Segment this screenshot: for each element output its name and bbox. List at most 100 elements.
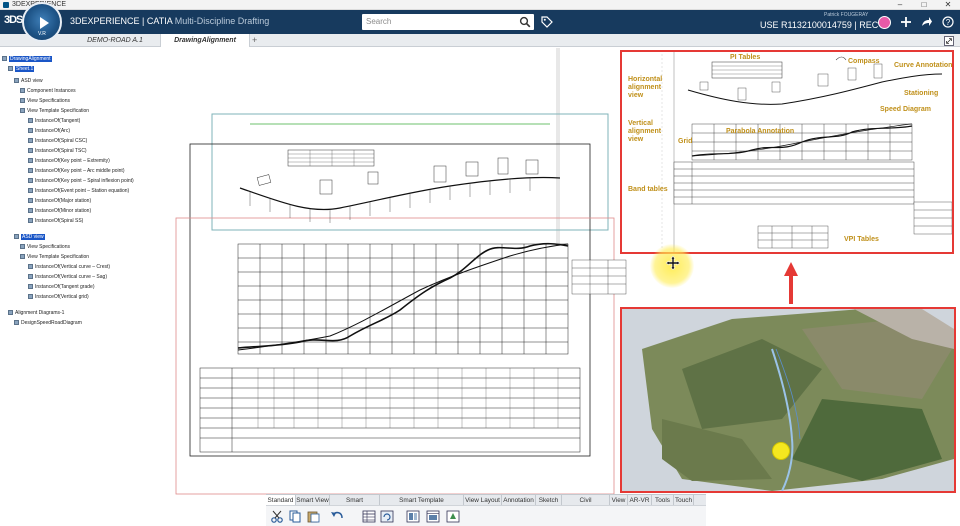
table-icon[interactable] [362,510,376,523]
search-icon[interactable] [519,16,531,28]
new-tab-icon[interactable]: + [252,34,257,46]
tree-item[interactable]: View Specifications [20,244,70,251]
refresh-icon[interactable] [380,510,394,523]
grid-label: Grid [678,138,693,145]
tree-node-icon [28,158,33,164]
pi-table [287,149,375,167]
terrain-view [622,309,954,491]
tree-node-icon [28,168,33,174]
tree-node-icon [20,88,25,94]
tree-item-label: InstanceOf(Tangent grade) [35,284,95,290]
tree-item[interactable]: InstanceOf(Tangent) [28,118,80,125]
collaborative-space-selector[interactable]: USE R1132100014759 | REC ⌄ [760,20,888,31]
tree-item[interactable]: ASD view [14,78,43,85]
layout-icon[interactable] [406,510,420,523]
view-icon[interactable] [426,510,440,523]
close-icon[interactable]: ✕ [936,0,960,10]
tree-item[interactable]: InstanceOf(Arc) [28,128,70,135]
tree-item[interactable]: View Specifications [20,98,70,105]
pi-tables-label: PI Tables [730,54,761,61]
tree-item[interactable]: InstanceOf(Key point – Spiral inflexion … [28,178,134,185]
app-icon [3,2,9,8]
tree-item-label: InstanceOf(Spiral TSC) [35,148,87,154]
share-icon[interactable] [921,16,933,28]
tree-item[interactable]: InstanceOf(Minor station) [28,208,91,215]
tree-item[interactable]: Alignment Diagrams-1 [8,310,64,317]
vpi-table [571,259,627,295]
add-icon[interactable] [900,16,912,28]
tree-node-icon [14,78,19,84]
tree-node-icon [20,254,25,260]
app-window: 3DEXPERIENCE – □ ✕ 3DS 3DEXPERIENCE | CA… [0,0,960,526]
terrain-3d-overlay [620,307,956,493]
tree-item-label: ASD view [21,78,43,84]
tree-item-label: InstanceOf(Vertical grid) [35,294,89,300]
tree-item[interactable]: Component Instances [20,88,76,95]
copy-icon[interactable] [288,510,302,523]
maximize-icon[interactable]: □ [912,0,936,10]
tree-item[interactable]: View Template Specification [20,108,89,115]
os-title-bar: 3DEXPERIENCE – □ ✕ [0,0,960,10]
alignment-drawing[interactable] [170,110,630,500]
tree-item-label: InstanceOf(Major station) [35,198,92,204]
tree-item[interactable]: InstanceOf(Tangent grade) [28,284,94,291]
tree-item[interactable]: InstanceOf(Vertical curve – Sag) [28,274,107,281]
app-name: Multi-Discipline Drafting [174,16,270,26]
tree-item-label: InstanceOf(Key point – Spiral inflexion … [35,178,134,184]
tag-icon[interactable] [541,16,553,28]
help-icon[interactable]: ? [942,16,954,28]
search-box[interactable]: Search [362,14,534,30]
tree-node-icon [28,188,33,194]
move-cursor-icon [666,256,680,270]
compass-label: Compass [848,58,880,65]
tree-node-icon [28,128,33,134]
tree-node-icon [28,294,33,300]
tree-node-icon [20,98,25,104]
tree-item[interactable]: InstanceOf(Vertical curve – Crest) [28,264,110,271]
paste-icon[interactable] [306,510,320,523]
tree-item[interactable]: View Template Specification [20,254,89,261]
tree-node-icon [28,208,33,214]
compass-version: V.R [38,31,46,37]
tree-item-label: Alignment Diagrams-1 [15,310,65,316]
station-ticks [249,177,531,223]
tab-demo-road[interactable]: DEMO-ROAD A.1 [70,34,160,47]
action-bar-tabs: StandardSmart ViewSmart AnnotationSmart … [266,494,706,515]
tree-item[interactable]: ASD view [14,234,45,241]
tree-item-label: InstanceOf(Arc) [35,128,71,134]
tree-item[interactable]: InstanceOf(Spiral CSC) [28,138,87,145]
user-name: Patrick FOUGERAY [824,12,869,18]
expand-icon[interactable] [944,36,954,46]
cut-icon[interactable] [270,510,284,523]
tree-node-icon [28,218,33,224]
brand-title: 3DEXPERIENCE | CATIA Multi-Discipline Dr… [70,16,269,26]
tree-item[interactable]: InstanceOf(Event point – Station equatio… [28,188,129,195]
tree-item[interactable]: DesignSpeedRoadDiagram [14,320,82,327]
minimize-icon[interactable]: – [888,0,912,10]
tree-item[interactable]: InstanceOf(Vertical grid) [28,294,89,301]
undo-icon[interactable] [330,510,344,523]
tree-node-icon [28,178,33,184]
update-icon[interactable] [446,510,460,523]
compass-icon[interactable]: V.R [22,2,62,42]
tree-node-icon [28,118,33,124]
horizontal-view-frame [211,113,609,231]
tree-item-label: InstanceOf(Event point – Station equatio… [35,188,130,194]
tree-item[interactable]: InstanceOf(Spiral TSC) [28,148,87,155]
tree-item-label: InstanceOf(Spiral SS) [35,218,84,224]
tree-node-icon [14,320,19,326]
tree-item[interactable]: InstanceOf(Key point – Extremity) [28,158,110,165]
search-input[interactable]: Search [366,17,391,26]
brand-name: 3DEXPERIENCE | CATIA [70,16,173,26]
tab-drawing-alignment[interactable]: DrawingAlignment [160,34,250,47]
top-bar: 3DS 3DEXPERIENCE | CATIA Multi-Disciplin… [0,10,960,34]
tree-item[interactable]: DrawingAlignment [2,56,52,63]
tree-node-icon [2,56,7,62]
tree-item[interactable]: Sheet.1 [8,66,35,73]
tree-node-icon [28,274,33,280]
tree-node-icon [8,66,13,72]
tree-item[interactable]: InstanceOf(Key point – Arc middle point) [28,168,125,175]
tree-item[interactable]: InstanceOf(Major station) [28,198,91,205]
tree-item[interactable]: InstanceOf(Spiral SS) [28,218,83,225]
avatar[interactable] [878,16,891,29]
